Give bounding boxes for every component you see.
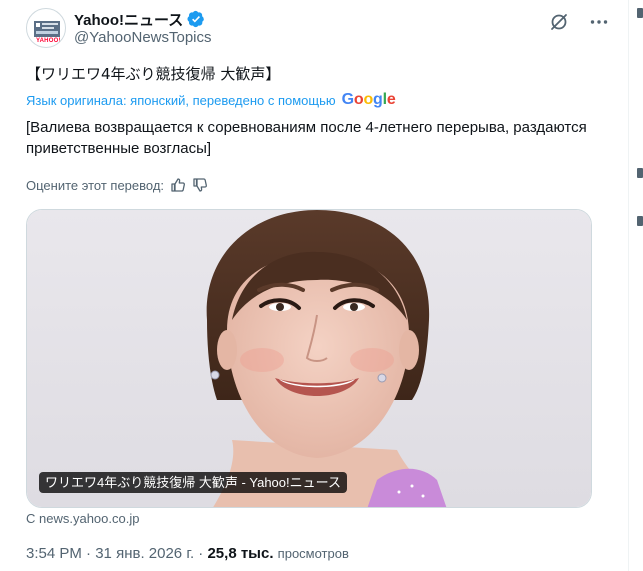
rate-translation: Оцените этот перевод:: [26, 177, 208, 193]
verified-badge-icon: [187, 10, 205, 28]
tweet-header: YAHOO! Yahoo!ニュース @YahooNewsTopics: [26, 8, 616, 50]
translation-note-text: Язык оригинала: японский, переведено с п…: [26, 92, 336, 108]
google-logo: Google: [341, 91, 396, 108]
translation-note[interactable]: Язык оригинала: японский, переведено с п…: [26, 91, 396, 109]
views-count[interactable]: 25,8 тыс.: [207, 545, 273, 562]
translated-text: [Валиева возвращается к соревнованиям по…: [26, 119, 587, 157]
rate-translation-label: Оцените этот перевод:: [26, 177, 165, 193]
tweet-text: 【ワリエワ4年ぶり競技復帰 大歓声】: [26, 65, 281, 83]
tweet-time[interactable]: 3:54 PM: [26, 545, 82, 562]
sidebar-fragment: [637, 8, 643, 18]
sidebar-edge: [629, 0, 643, 571]
meta-separator: ·: [81, 545, 96, 562]
grok-icon[interactable]: [547, 10, 571, 34]
thumbs-up-icon[interactable]: [170, 177, 186, 193]
media-caption: ワリエワ4年ぶり競技復帰 大歓声 - Yahoo!ニュース: [39, 472, 347, 493]
tweet-date[interactable]: 31 янв. 2026 г.: [95, 545, 194, 562]
tweet-meta: 3:54 PM · 31 янв. 2026 г. · 25,8 тыс. пр…: [26, 545, 349, 562]
skater-photo: [27, 210, 591, 507]
media-card[interactable]: ワリエワ4年ぶり競技復帰 大歓声 - Yahoo!ニュース: [26, 209, 592, 508]
thumbs-down-icon[interactable]: [192, 177, 208, 193]
avatar[interactable]: YAHOO!: [26, 8, 66, 48]
author-display-name[interactable]: Yahoo!ニュース: [74, 9, 183, 30]
author-name-row: Yahoo!ニュース: [74, 9, 205, 29]
more-dots-icon[interactable]: [587, 10, 611, 34]
meta-separator: ·: [194, 545, 208, 562]
sidebar-fragment: [637, 168, 643, 178]
avatar-logo-text: YAHOO!: [36, 38, 61, 44]
author-handle[interactable]: @YahooNewsTopics: [74, 29, 212, 46]
sidebar-fragment: [637, 216, 643, 226]
link-source[interactable]: С news.yahoo.co.jp: [26, 511, 139, 526]
views-label: просмотров: [277, 546, 349, 561]
